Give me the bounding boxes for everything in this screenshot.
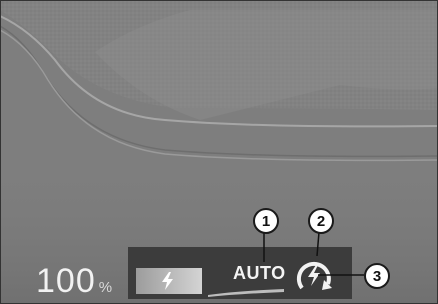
callout-marker-1: 1: [253, 208, 279, 234]
callout-leader-lines: [263, 231, 364, 276]
callout-marker-3: 3: [364, 263, 390, 289]
instrument-display: 100 % AUTO 1 2 3: [0, 0, 438, 304]
callout-marker-2: 2: [308, 208, 334, 234]
